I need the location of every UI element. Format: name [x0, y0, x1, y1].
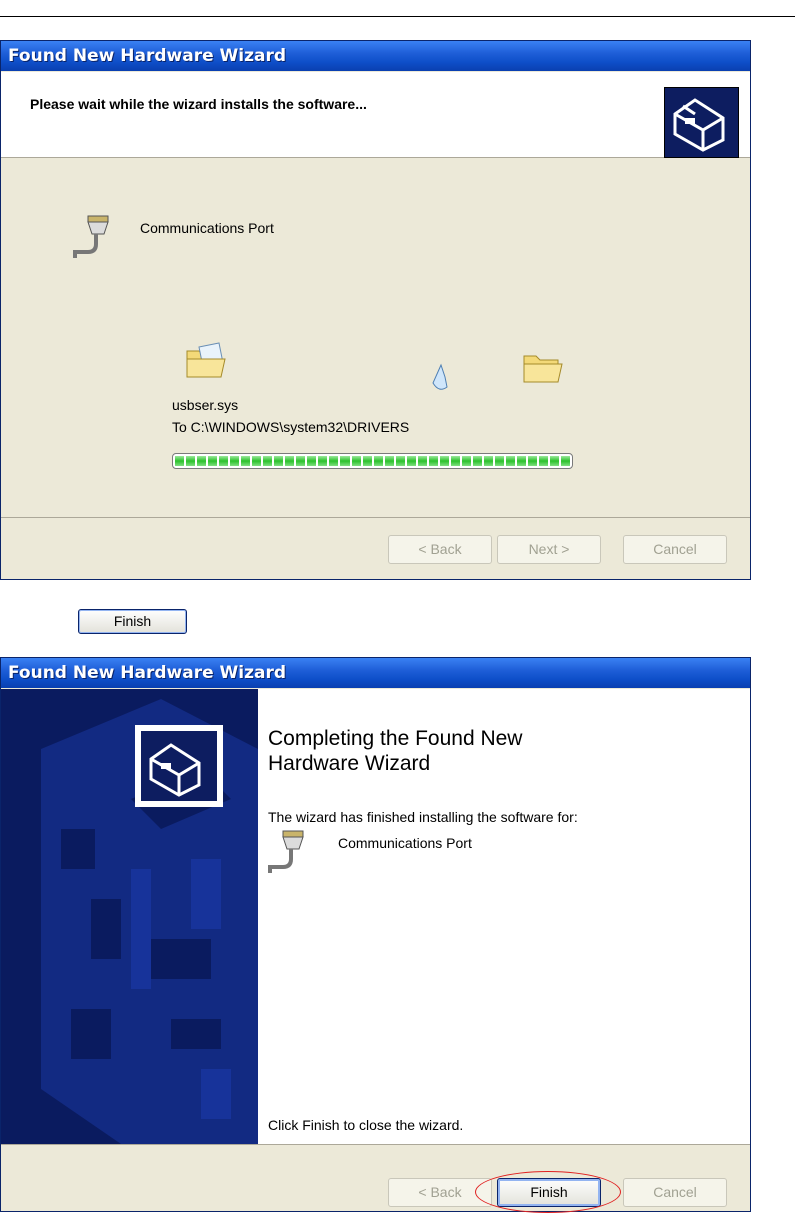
- source-folder-icon: [185, 341, 229, 386]
- progress-segment: [483, 456, 493, 466]
- progress-segment: [373, 456, 383, 466]
- install-progress-bar: [172, 453, 573, 469]
- progress-segment: [472, 456, 482, 466]
- progress-segment: [494, 456, 504, 466]
- progress-segment: [384, 456, 394, 466]
- progress-segment: [274, 456, 284, 466]
- back-button[interactable]: < Back: [388, 535, 492, 564]
- device-name: Communications Port: [140, 220, 274, 236]
- progress-segment: [263, 456, 273, 466]
- header-text: Please wait while the wizard installs th…: [30, 96, 367, 112]
- progress-segment: [406, 456, 416, 466]
- device-icon: [266, 829, 306, 880]
- progress-segment: [230, 456, 240, 466]
- progress-segment: [362, 456, 372, 466]
- progress-segment: [395, 456, 405, 466]
- cancel-button[interactable]: Cancel: [623, 1178, 727, 1207]
- wizard-installing-window: Found New Hardware Wizard Please wait wh…: [0, 40, 751, 580]
- device-icon: [71, 214, 111, 265]
- finish-button-sample[interactable]: Finish: [78, 609, 187, 634]
- progress-segment: [439, 456, 449, 466]
- progress-segment: [318, 456, 328, 466]
- progress-segment: [241, 456, 251, 466]
- progress-segment: [528, 456, 538, 466]
- progress-segment: [516, 456, 526, 466]
- footer-divider: [1, 517, 750, 518]
- next-button[interactable]: Next >: [497, 535, 601, 564]
- flying-document-icon: [429, 363, 451, 400]
- cancel-button[interactable]: Cancel: [623, 535, 727, 564]
- footer-divider: [1, 1144, 750, 1145]
- finish-highlight-ellipse: [475, 1171, 621, 1213]
- progress-segment: [329, 456, 339, 466]
- progress-segment: [539, 456, 549, 466]
- progress-segment: [186, 456, 196, 466]
- progress-segment: [428, 456, 438, 466]
- completion-message: The wizard has finished installing the s…: [268, 809, 578, 825]
- progress-segment: [307, 456, 317, 466]
- destination-folder-icon: [522, 350, 566, 391]
- wizard-header: Please wait while the wizard installs th…: [1, 72, 750, 158]
- page-top-rule: [0, 16, 795, 17]
- progress-segment: [550, 456, 560, 466]
- progress-segment: [175, 456, 185, 466]
- progress-segment: [505, 456, 515, 466]
- wizard-content-panel: Completing the Found New Hardware Wizard…: [258, 689, 750, 1144]
- close-hint: Click Finish to close the wizard.: [268, 1117, 464, 1133]
- progress-segment: [450, 456, 460, 466]
- file-destination: To C:\WINDOWS\system32\DRIVERS: [172, 419, 410, 435]
- progress-segment: [340, 456, 350, 466]
- heading-line-2: Hardware Wizard: [268, 752, 431, 775]
- file-name: usbser.sys: [172, 397, 239, 413]
- progress-segment: [461, 456, 471, 466]
- progress-segment: [296, 456, 306, 466]
- progress-segment: [197, 456, 207, 466]
- progress-segment: [417, 456, 427, 466]
- progress-segment: [285, 456, 295, 466]
- hardware-icon: [664, 87, 739, 158]
- progress-segment: [208, 456, 218, 466]
- progress-segment: [252, 456, 262, 466]
- completion-heading: Completing the Found New Hardware Wizard: [268, 726, 522, 776]
- heading-line-1: Completing the Found New: [268, 727, 523, 750]
- progress-segment: [219, 456, 229, 466]
- wizard-side-panel: [1, 689, 258, 1144]
- wizard-completed-window: Found New Hardware Wizard Completing the…: [0, 657, 751, 1213]
- window-title-bar[interactable]: Found New Hardware Wizard: [1, 658, 750, 688]
- window-title-bar[interactable]: Found New Hardware Wizard: [1, 41, 750, 71]
- progress-segment: [351, 456, 361, 466]
- progress-segment: [561, 456, 571, 466]
- device-name: Communications Port: [338, 835, 472, 851]
